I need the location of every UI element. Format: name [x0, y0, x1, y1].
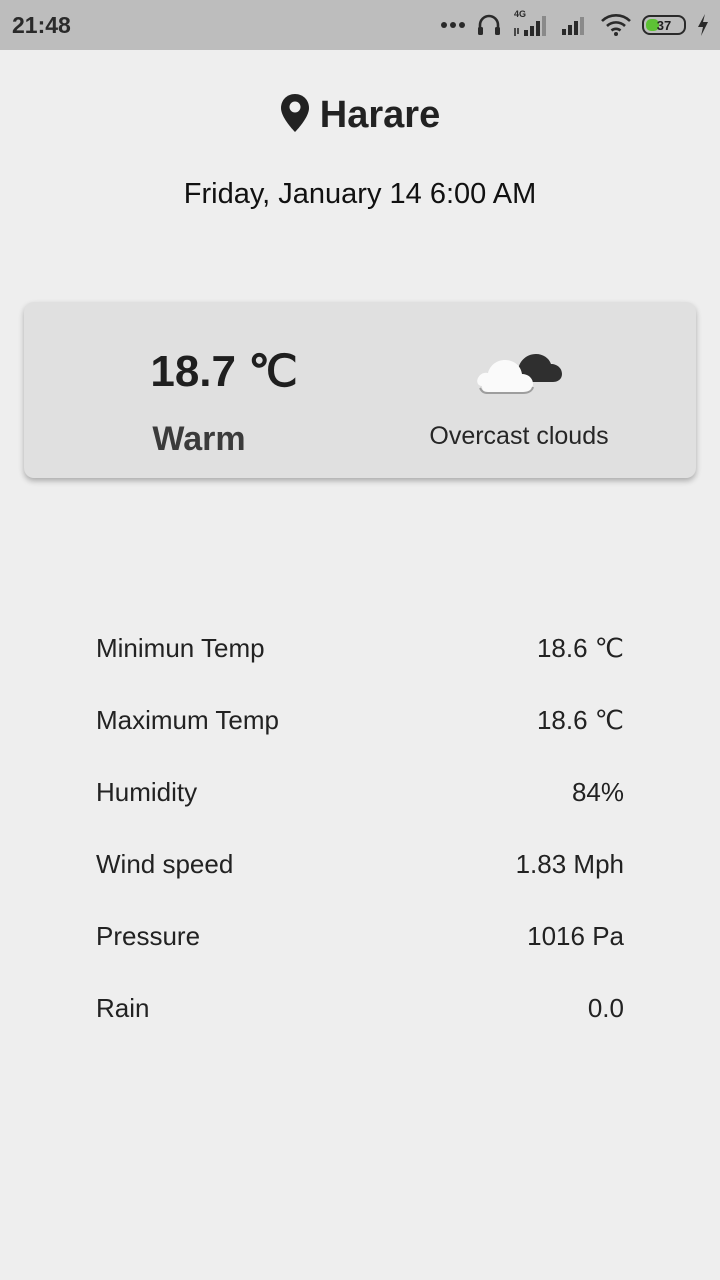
battery-percent: 37 [656, 17, 672, 33]
detail-row-wind-speed: Wind speed 1.83 Mph [96, 828, 624, 900]
location-header: Harare [0, 88, 720, 142]
signal-icon [560, 13, 590, 37]
city-name: Harare [319, 93, 441, 136]
detail-row-min-temp: Minimun Temp 18.6 ℃ [96, 612, 624, 684]
status-bar: 21:48 4G 37 [0, 0, 720, 50]
weather-details-list: Minimun Temp 18.6 ℃ Maximum Temp 18.6 ℃ … [96, 612, 624, 1044]
current-temperature: 18.7 ℃ [150, 347, 298, 396]
battery-icon: 37 [642, 15, 686, 35]
detail-row-rain: Rain 0.0 [96, 972, 624, 1044]
detail-label: Minimun Temp [96, 633, 265, 663]
status-icons: 4G 37 [440, 9, 710, 38]
detail-row-humidity: Humidity 84% [96, 756, 624, 828]
detail-value: 84% [571, 777, 624, 807]
location-pin-icon [280, 93, 310, 137]
wifi-icon [600, 13, 632, 37]
detail-row-pressure: Pressure 1016 Pa [96, 900, 624, 972]
current-weather-card: 18.7 ℃ Warm Overcast clouds [24, 302, 696, 478]
charging-bolt-icon [696, 13, 710, 37]
detail-value: 18.6 ℃ [536, 633, 624, 663]
detail-row-max-temp: Maximum Temp 18.6 ℃ [96, 684, 624, 756]
headset-icon [476, 13, 502, 37]
detail-value: 1.83 Mph [515, 849, 624, 879]
status-time: 21:48 [12, 11, 71, 38]
detail-value: 18.6 ℃ [536, 705, 624, 735]
detail-value: 0.0 [587, 993, 624, 1023]
detail-label: Rain [96, 993, 150, 1023]
signal-4g-icon: 4G [512, 9, 550, 38]
weather-description: Overcast clouds [429, 422, 609, 450]
overcast-clouds-icon [476, 342, 566, 398]
detail-label: Wind speed [96, 849, 234, 879]
detail-label: Humidity [96, 777, 198, 807]
date-time: Friday, January 14 6:00 AM [183, 178, 537, 210]
more-dots-icon [440, 21, 466, 29]
detail-label: Pressure [96, 921, 201, 951]
detail-label: Maximum Temp [96, 705, 280, 735]
detail-value: 1016 Pa [527, 921, 624, 951]
temperature-feel: Warm [152, 420, 246, 458]
